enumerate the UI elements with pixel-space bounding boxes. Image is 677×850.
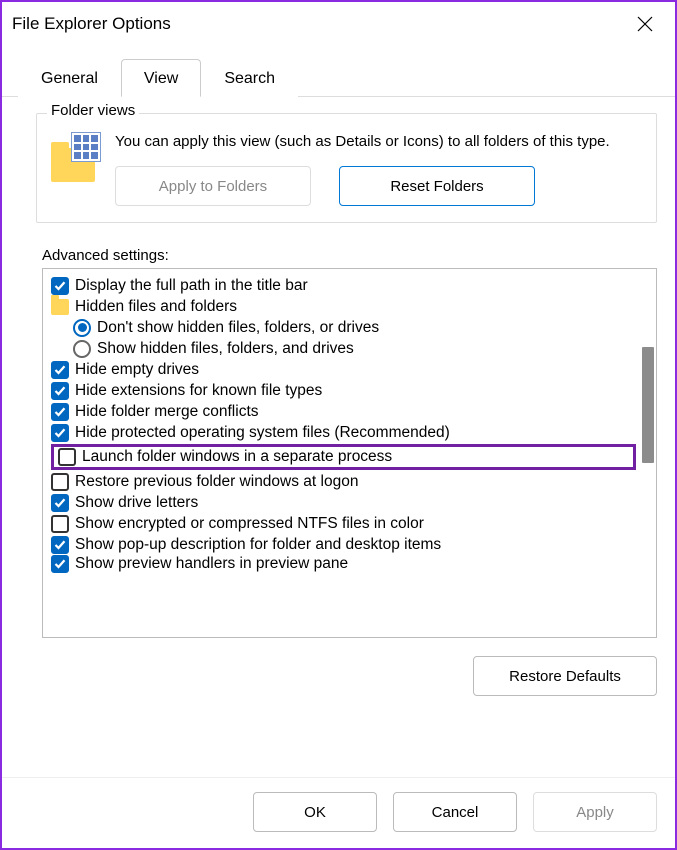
setting-item[interactable]: Hide empty drives bbox=[51, 359, 636, 380]
radio[interactable] bbox=[73, 319, 91, 337]
titlebar: File Explorer Options bbox=[2, 2, 675, 46]
setting-item[interactable]: Hide extensions for known file types bbox=[51, 380, 636, 401]
restore-defaults-button[interactable]: Restore Defaults bbox=[473, 656, 657, 696]
reset-folders-button[interactable]: Reset Folders bbox=[339, 166, 535, 206]
setting-item[interactable]: Hide protected operating system files (R… bbox=[51, 422, 636, 443]
checkbox[interactable] bbox=[51, 424, 69, 442]
advanced-settings-listbox[interactable]: Display the full path in the title bar Hi… bbox=[42, 268, 657, 638]
checkbox[interactable] bbox=[51, 277, 69, 295]
checkbox[interactable] bbox=[51, 382, 69, 400]
tab-content: Folder views You can apply this view (su… bbox=[2, 97, 675, 777]
setting-item[interactable]: Don't show hidden files, folders, or dri… bbox=[73, 317, 636, 338]
setting-item[interactable]: Show drive letters bbox=[51, 492, 636, 513]
apply-button[interactable]: Apply bbox=[533, 792, 657, 832]
checkbox[interactable] bbox=[51, 494, 69, 512]
setting-label: Show pop-up description for folder and d… bbox=[75, 536, 441, 554]
checkbox[interactable] bbox=[51, 536, 69, 554]
folder-views-description: You can apply this view (such as Details… bbox=[115, 132, 642, 152]
setting-label: Don't show hidden files, folders, or dri… bbox=[97, 319, 379, 337]
setting-item[interactable]: Show encrypted or compressed NTFS files … bbox=[51, 513, 636, 534]
folder-views-group: Folder views You can apply this view (su… bbox=[36, 113, 657, 223]
scrollbar-thumb[interactable] bbox=[642, 347, 654, 463]
checkbox[interactable] bbox=[51, 555, 69, 573]
setting-label: Hidden files and folders bbox=[75, 298, 237, 316]
dialog-button-bar: OK Cancel Apply bbox=[2, 777, 675, 848]
setting-item[interactable]: Show preview handlers in preview pane bbox=[51, 555, 636, 573]
setting-item[interactable]: Hide folder merge conflicts bbox=[51, 401, 636, 422]
setting-label: Show drive letters bbox=[75, 494, 198, 512]
setting-item[interactable]: Display the full path in the title bar bbox=[51, 275, 636, 296]
checkbox[interactable] bbox=[58, 448, 76, 466]
close-icon bbox=[637, 16, 653, 32]
setting-label: Show hidden files, folders, and drives bbox=[97, 340, 354, 358]
setting-item[interactable]: Restore previous folder windows at logon bbox=[51, 471, 636, 492]
checkbox[interactable] bbox=[51, 403, 69, 421]
ok-button[interactable]: OK bbox=[253, 792, 377, 832]
tab-strip: General View Search bbox=[2, 46, 675, 97]
setting-item[interactable]: Launch folder windows in a separate proc… bbox=[58, 448, 629, 466]
setting-label: Hide empty drives bbox=[75, 361, 199, 379]
window-title: File Explorer Options bbox=[12, 14, 171, 34]
scrollbar[interactable] bbox=[638, 271, 654, 635]
setting-item[interactable]: Show pop-up description for folder and d… bbox=[51, 534, 636, 555]
close-button[interactable] bbox=[627, 6, 663, 42]
folder-views-legend: Folder views bbox=[47, 102, 139, 119]
checkbox[interactable] bbox=[51, 361, 69, 379]
cancel-button[interactable]: Cancel bbox=[393, 792, 517, 832]
setting-label: Display the full path in the title bar bbox=[75, 277, 308, 295]
folder-views-icon bbox=[51, 132, 101, 182]
annotation-highlight: Launch folder windows in a separate proc… bbox=[51, 444, 636, 470]
setting-item[interactable]: Show hidden files, folders, and drives bbox=[73, 338, 636, 359]
setting-label: Show encrypted or compressed NTFS files … bbox=[75, 515, 424, 533]
setting-label: Launch folder windows in a separate proc… bbox=[82, 448, 392, 466]
folder-icon bbox=[51, 299, 69, 315]
tab-search[interactable]: Search bbox=[201, 59, 298, 97]
setting-item[interactable]: Hidden files and folders bbox=[51, 296, 636, 317]
checkbox[interactable] bbox=[51, 473, 69, 491]
setting-label: Restore previous folder windows at logon bbox=[75, 473, 358, 491]
setting-label: Hide protected operating system files (R… bbox=[75, 424, 450, 442]
tab-view[interactable]: View bbox=[121, 59, 201, 97]
setting-label: Hide extensions for known file types bbox=[75, 382, 322, 400]
advanced-settings-label: Advanced settings: bbox=[42, 247, 657, 264]
radio[interactable] bbox=[73, 340, 91, 358]
setting-label: Hide folder merge conflicts bbox=[75, 403, 259, 421]
setting-label: Show preview handlers in preview pane bbox=[75, 555, 348, 573]
checkbox[interactable] bbox=[51, 515, 69, 533]
file-explorer-options-dialog: File Explorer Options General View Searc… bbox=[0, 0, 677, 850]
apply-to-folders-button[interactable]: Apply to Folders bbox=[115, 166, 311, 206]
tab-general[interactable]: General bbox=[18, 59, 121, 97]
